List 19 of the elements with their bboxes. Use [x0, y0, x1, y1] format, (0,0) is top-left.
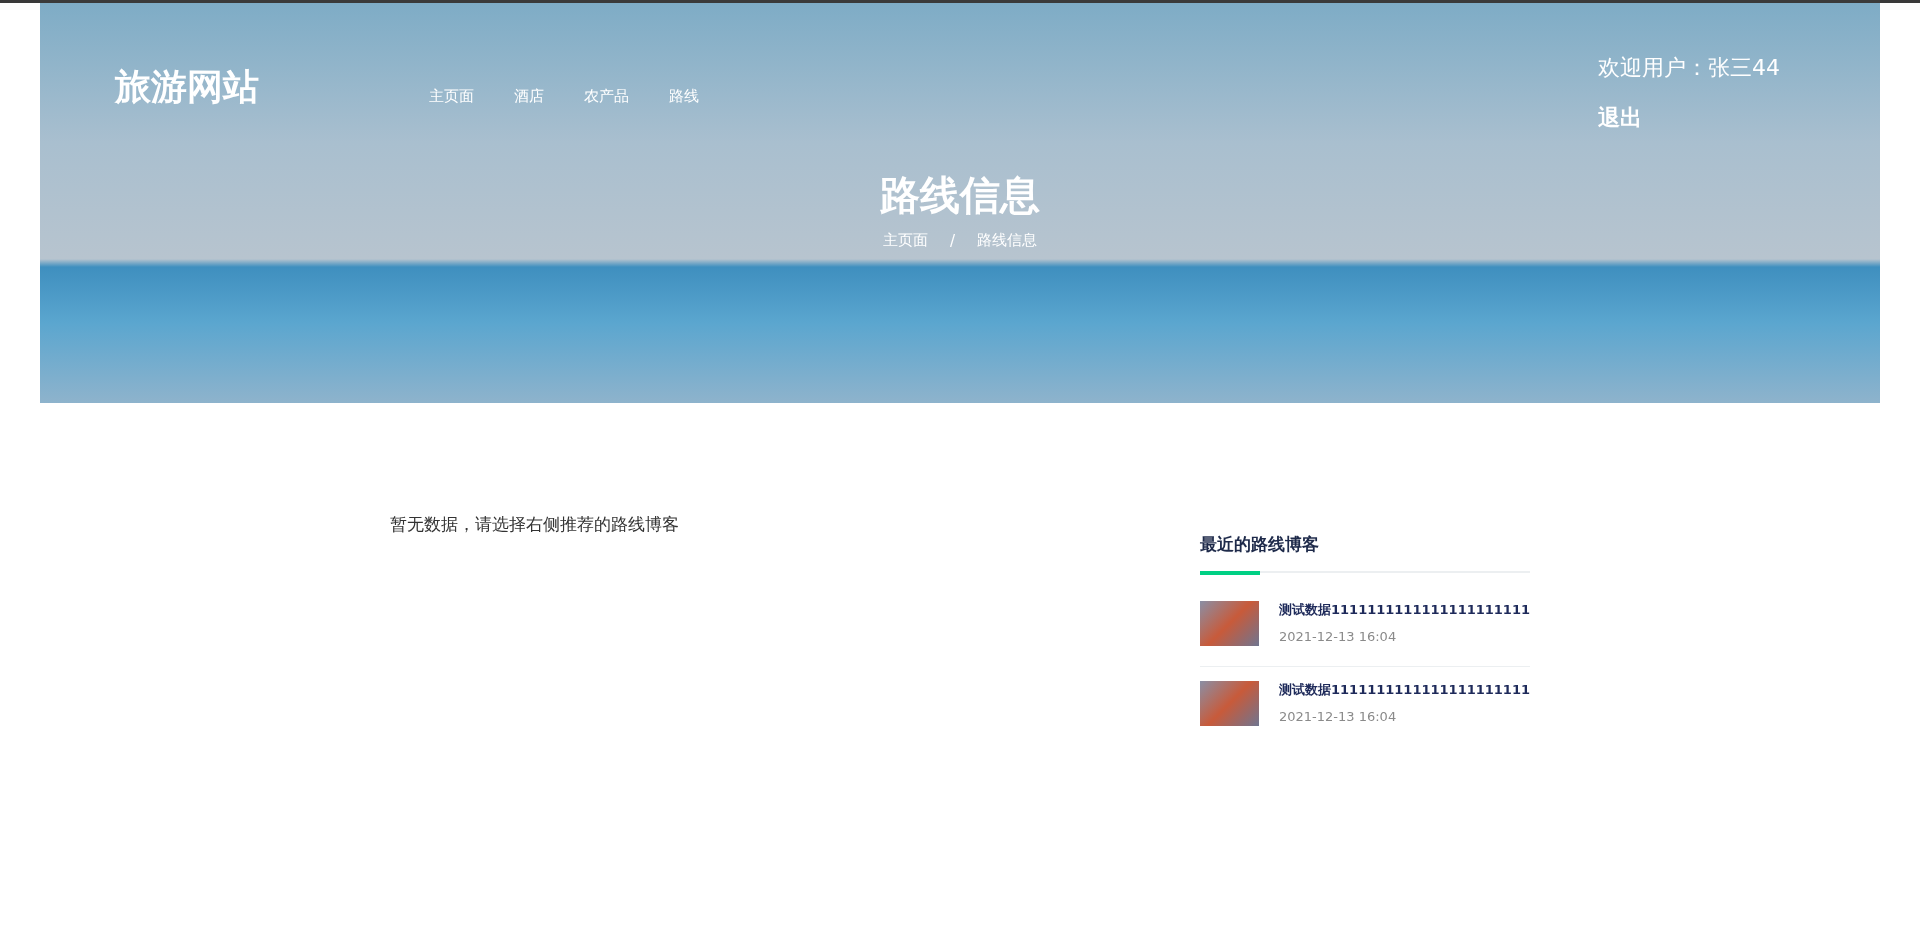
welcome-text: 欢迎用户：张三44 [1598, 54, 1780, 82]
post-title-link[interactable]: 测试数据1111111111111111111111 [1279, 601, 1530, 619]
empty-message: 暂无数据，请选择右侧推荐的路线博客 [390, 513, 680, 536]
post-date: 2021-12-13 16:04 [1279, 629, 1398, 644]
nav-link[interactable]: 酒店 [514, 87, 544, 106]
breadcrumb-link[interactable]: 路线信息 [977, 231, 1038, 250]
photo-placeholder [1200, 601, 1259, 646]
post-title-link[interactable]: 测试数据1111111111111111111111 [1279, 681, 1530, 699]
nav-link[interactable]: 主页面 [429, 87, 474, 106]
logout-link[interactable]: 退出 [1598, 103, 1780, 133]
breadcrumb-link[interactable]: 主页面 [882, 231, 928, 250]
photo-placeholder [1200, 681, 1259, 726]
page-title: 路线信息 [880, 171, 1040, 220]
sidebar-heading: 最近的路线博客 [1200, 533, 1320, 556]
breadcrumb-separator: / [949, 231, 956, 250]
nav-link[interactable]: 路线 [669, 87, 699, 106]
nav-link[interactable]: 农产品 [584, 87, 629, 106]
site-logo[interactable]: 旅游网站 [115, 63, 259, 112]
post-date: 2021-12-13 16:04 [1279, 709, 1398, 724]
